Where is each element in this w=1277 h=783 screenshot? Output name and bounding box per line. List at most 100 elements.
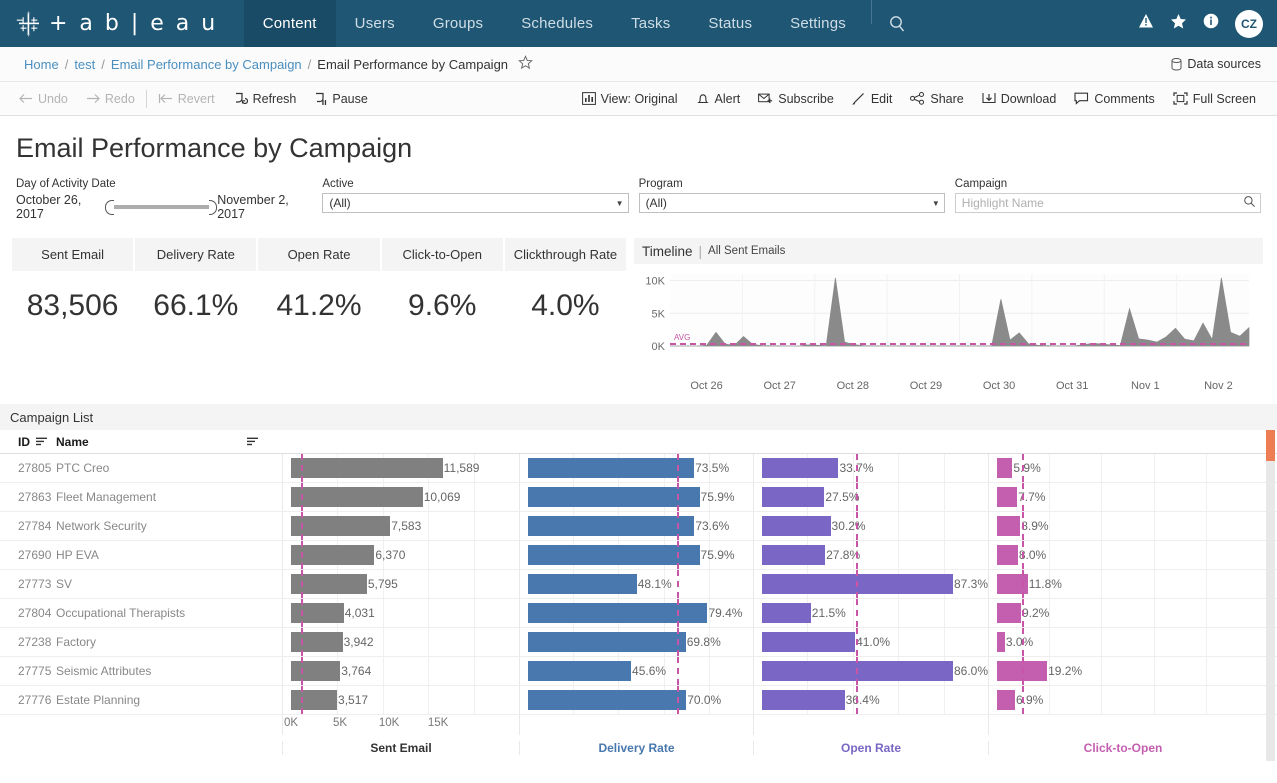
bar[interactable] [291,516,390,536]
bar[interactable] [762,545,825,565]
fullscreen-button[interactable]: Full Screen [1164,92,1265,106]
comments-button[interactable]: Comments [1065,92,1163,106]
program-filter-select[interactable]: (All) ▼ [639,193,945,213]
download-button[interactable]: Download [973,92,1066,106]
info-icon[interactable] [1203,13,1219,34]
table-row[interactable]: 27690HP EVA6,37075.9%27.8%8.0% [0,541,1277,570]
table-row[interactable]: 27784Network Security7,58373.6%30.2%8.9% [0,512,1277,541]
gridline [428,512,429,540]
table-row[interactable]: 27805PTC Creo11,58973.5%33.7%5.9% [0,454,1277,483]
bar[interactable] [528,690,686,710]
table-body: 27805PTC Creo11,58973.5%33.7%5.9%27863Fl… [0,454,1277,715]
timeline-chart[interactable]: 0K5K10KAVG [634,268,1263,378]
column-header-name[interactable]: Name [56,435,282,449]
chevron-down-icon[interactable]: ▼ [616,199,624,208]
bar[interactable] [997,487,1017,507]
bar[interactable] [762,632,855,652]
table-row[interactable]: 27863Fleet Management10,06975.9%27.5%7.7… [0,483,1277,512]
bar[interactable] [997,632,1005,652]
kpi-tab-click-to-open[interactable]: Click-to-Open [382,238,503,271]
breadcrumb-workbook[interactable]: Email Performance by Campaign [111,57,302,72]
kpi-tab-delivery-rate[interactable]: Delivery Rate [135,238,256,271]
breadcrumb-home[interactable]: Home [24,57,59,72]
bar-value-label: 41.0% [856,635,890,649]
date-slider-track[interactable] [114,205,209,209]
kpi-tab-sent-email[interactable]: Sent Email [12,238,133,271]
bar[interactable] [762,487,824,507]
alert-button[interactable]: Alert [687,92,750,106]
vertical-scrollbar[interactable] [1266,430,1275,761]
bar[interactable] [291,487,423,507]
bar[interactable] [528,632,686,652]
column-header-id[interactable]: ID [0,435,56,449]
bar[interactable] [291,661,340,681]
bar[interactable] [997,690,1015,710]
date-slider[interactable]: October 26, 2017 November 2, 2017 [16,193,312,221]
share-button[interactable]: Share [901,92,972,106]
search-icon[interactable] [884,0,911,47]
date-slider-handle-start[interactable] [105,200,113,215]
subscribe-button[interactable]: Subscribe [749,92,843,106]
sort-icon[interactable] [36,435,47,449]
avatar[interactable]: CZ [1235,10,1263,38]
kpi-tab-open-rate[interactable]: Open Rate [258,238,379,271]
bar[interactable] [762,458,838,478]
search-icon[interactable] [1243,195,1256,211]
bar[interactable] [291,458,443,478]
bar[interactable] [997,545,1018,565]
redo-button[interactable]: Redo [77,82,144,115]
view-original-button[interactable]: View: Original [573,92,687,106]
revert-button[interactable]: Revert [149,82,224,115]
bar[interactable] [291,632,343,652]
bar[interactable] [528,661,631,681]
date-slider-handle-end[interactable] [209,200,217,215]
campaign-search-input[interactable]: Highlight Name [955,193,1261,213]
bar[interactable] [528,603,707,623]
bar[interactable] [291,690,337,710]
tableau-logo[interactable]: + a b | e a u [16,11,218,37]
bar[interactable] [528,516,694,536]
bar[interactable] [528,487,700,507]
nav-item-status[interactable]: Status [689,0,771,47]
table-row[interactable]: 27775Seismic Attributes3,76445.6%86.0%19… [0,657,1277,686]
table-row[interactable]: 27776Estate Planning3,51770.0%36.4%6.9% [0,686,1277,715]
cell-click-to-open: 11.8% [988,570,1257,598]
kpi-tab-clickthrough-rate[interactable]: Clickthrough Rate [505,238,626,271]
table-row[interactable]: 27773SV5,79548.1%87.3%11.8% [0,570,1277,599]
bar[interactable] [762,516,831,536]
nav-item-settings[interactable]: Settings [771,0,865,47]
alert-icon[interactable] [1138,13,1154,34]
pause-button[interactable]: Pause [305,82,376,115]
nav-item-groups[interactable]: Groups [414,0,502,47]
bar[interactable] [291,603,344,623]
edit-button[interactable]: Edit [843,92,902,106]
undo-button[interactable]: Undo [10,82,77,115]
bar[interactable] [997,603,1021,623]
star-icon[interactable] [1170,13,1187,35]
bar[interactable] [997,516,1020,536]
bar[interactable] [528,545,700,565]
breadcrumb-project[interactable]: test [74,57,95,72]
active-filter-select[interactable]: (All) ▼ [322,193,628,213]
gridline [1101,686,1102,714]
table-row[interactable]: 27804Occupational Therapists4,03179.4%21… [0,599,1277,628]
bar[interactable] [528,458,694,478]
nav-item-tasks[interactable]: Tasks [612,0,689,47]
table-row[interactable]: 27238Factory3,94269.8%41.0%3.0% [0,628,1277,657]
cell-open-rate: 41.0% [753,628,988,656]
data-sources-button[interactable]: Data sources [1171,57,1261,71]
bar[interactable] [528,574,637,594]
nav-item-schedules[interactable]: Schedules [502,0,612,47]
cell-name: PTC Creo [56,454,282,482]
scrollbar-thumb[interactable] [1266,430,1275,461]
sort-icon[interactable] [247,435,258,449]
bar[interactable] [762,603,811,623]
bar[interactable] [762,690,845,710]
star-outline-icon[interactable] [518,55,533,73]
chevron-down-icon[interactable]: ▼ [932,199,940,208]
bar[interactable] [997,458,1012,478]
nav-item-content[interactable]: Content [244,0,336,47]
refresh-button[interactable]: Refresh [224,82,306,115]
nav-item-users[interactable]: Users [336,0,414,47]
bar[interactable] [291,545,374,565]
